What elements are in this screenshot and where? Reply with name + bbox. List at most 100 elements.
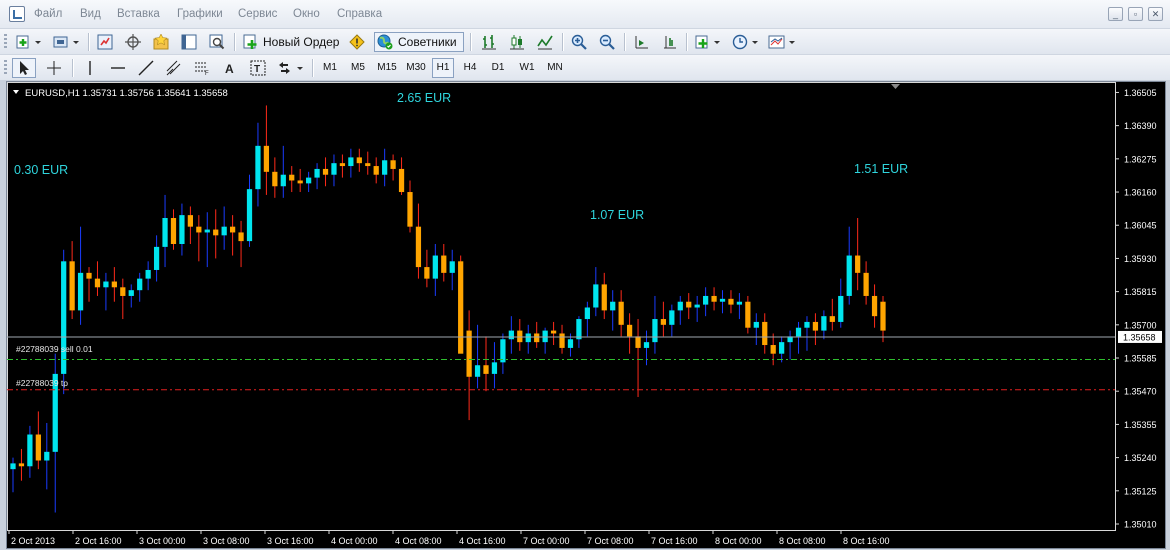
time-tick-label: 7 Oct 08:00 [587, 536, 634, 546]
candle-body [719, 298, 726, 302]
app-icon[interactable] [9, 6, 25, 22]
minimize-button[interactable]: _ [1108, 7, 1123, 21]
menu-file[interactable]: Файл [34, 8, 62, 20]
auto-scroll-button[interactable] [630, 32, 652, 52]
candle-body [525, 333, 531, 343]
time-tick-label: 3 Oct 16:00 [267, 536, 314, 546]
menu-tools[interactable]: Сервис [238, 8, 277, 20]
candle-body [280, 174, 286, 187]
menu-help[interactable]: Справка [337, 8, 382, 20]
templates-icon [768, 35, 795, 49]
candle-body [103, 281, 109, 288]
candle-body [829, 316, 835, 322]
channel-icon [166, 60, 181, 76]
candle-body [508, 330, 514, 340]
text-label-button[interactable]: T [246, 58, 270, 78]
profiles-button[interactable] [50, 32, 84, 52]
equidistant-channel-button[interactable] [162, 58, 186, 78]
candle-body [812, 321, 819, 331]
timeframe-m15[interactable]: M15 [374, 58, 400, 78]
magnifier-chart-icon [209, 34, 225, 50]
candle-body [795, 327, 802, 337]
data-window-button[interactable] [122, 32, 144, 52]
market-watch-button[interactable] [94, 32, 116, 52]
zoom-in-button[interactable] [568, 32, 590, 52]
chart-menu-arrow-icon[interactable] [13, 90, 19, 94]
metaeditor-button[interactable] [346, 32, 368, 52]
zoom-out-button[interactable] [596, 32, 618, 52]
timeframe-m30[interactable]: M30 [403, 58, 429, 78]
chart-window[interactable]: 1.36505 1.36390 1.36275 1.36160 1.36045 1.359… [6, 81, 1166, 549]
fibonacci-icon: F [195, 62, 209, 76]
close-button[interactable]: ✕ [1148, 7, 1163, 21]
candle-body [871, 295, 878, 317]
menu-view[interactable]: Вид [80, 8, 101, 20]
terminal-button[interactable] [178, 32, 200, 52]
candle-body [838, 295, 844, 322]
vertical-line-button[interactable] [78, 58, 102, 78]
price-tick-label: 1.35355 [1124, 420, 1157, 430]
new-order-label: Новый Ордер [263, 35, 340, 49]
timeframe-h4[interactable]: H4 [458, 58, 482, 78]
timeframe-m1[interactable]: M1 [318, 58, 342, 78]
candle-body [593, 284, 599, 308]
cursor-button[interactable] [12, 58, 36, 78]
templates-button[interactable] [766, 32, 800, 52]
candle-body [289, 174, 295, 181]
current-price-label: 1.35658 [1123, 332, 1156, 342]
candle-body [382, 160, 388, 175]
candle-body [398, 168, 405, 193]
indicators-icon [695, 35, 720, 49]
candle-chart-button[interactable] [506, 32, 528, 52]
candle-body [542, 330, 548, 343]
periods-button[interactable] [730, 32, 764, 52]
restore-button[interactable]: ▫ [1128, 7, 1143, 21]
profit-label: 1.07 EUR [590, 208, 644, 222]
bar-chart-button[interactable] [478, 32, 500, 52]
price-tick-label: 1.36160 [1124, 188, 1157, 198]
fibonacci-button[interactable]: F [190, 58, 214, 78]
candle-body [567, 339, 574, 348]
candle-body [272, 171, 278, 187]
arrows-button[interactable] [274, 58, 308, 78]
candle-body [652, 319, 658, 343]
price-chart[interactable]: 1.36505 1.36390 1.36275 1.36160 1.36045 1.359… [7, 82, 1165, 548]
candle-body [491, 362, 498, 374]
crosshair-button[interactable] [42, 58, 66, 78]
candle-body [196, 226, 202, 233]
indicators-button[interactable] [692, 32, 726, 52]
candle-body [610, 301, 616, 311]
menu-charts[interactable]: Графики [177, 8, 223, 20]
horizontal-line-button[interactable] [106, 58, 130, 78]
toolbar-grip[interactable] [4, 34, 7, 50]
candle-body [69, 261, 75, 311]
strategy-tester-button[interactable] [206, 32, 228, 52]
toolbar-grip[interactable] [4, 60, 7, 76]
menu-window[interactable]: Окно [293, 8, 320, 20]
profit-label: 0.30 EUR [14, 163, 68, 177]
new-order-button[interactable]: Новый Ордер [242, 32, 344, 52]
candle-body [821, 316, 827, 331]
timeframe-mn[interactable]: MN [542, 58, 568, 78]
candle-body [880, 301, 886, 331]
chart-shift-button[interactable] [658, 32, 680, 52]
candle-body [390, 160, 396, 169]
expert-advisors-icon [377, 34, 393, 50]
text-button[interactable]: A [218, 58, 242, 78]
timeframe-m5[interactable]: M5 [346, 58, 370, 78]
new-chart-button[interactable] [12, 32, 46, 52]
line-chart-button[interactable] [534, 32, 556, 52]
price-tick-label: 1.35125 [1124, 486, 1157, 496]
trendline-button[interactable] [134, 58, 158, 78]
market-watch-icon [97, 34, 113, 50]
timeframe-h1[interactable]: H1 [432, 58, 454, 78]
navigator-button[interactable] [150, 32, 172, 52]
candle-body [18, 463, 25, 467]
timeframe-w1[interactable]: W1 [514, 58, 540, 78]
menu-insert[interactable]: Вставка [117, 8, 160, 20]
timeframe-d1[interactable]: D1 [486, 58, 510, 78]
candle-body [753, 321, 759, 328]
expert-advisors-button[interactable]: Советники [374, 32, 464, 52]
chart-shift-marker-icon [891, 84, 900, 89]
candle-body [61, 261, 67, 374]
